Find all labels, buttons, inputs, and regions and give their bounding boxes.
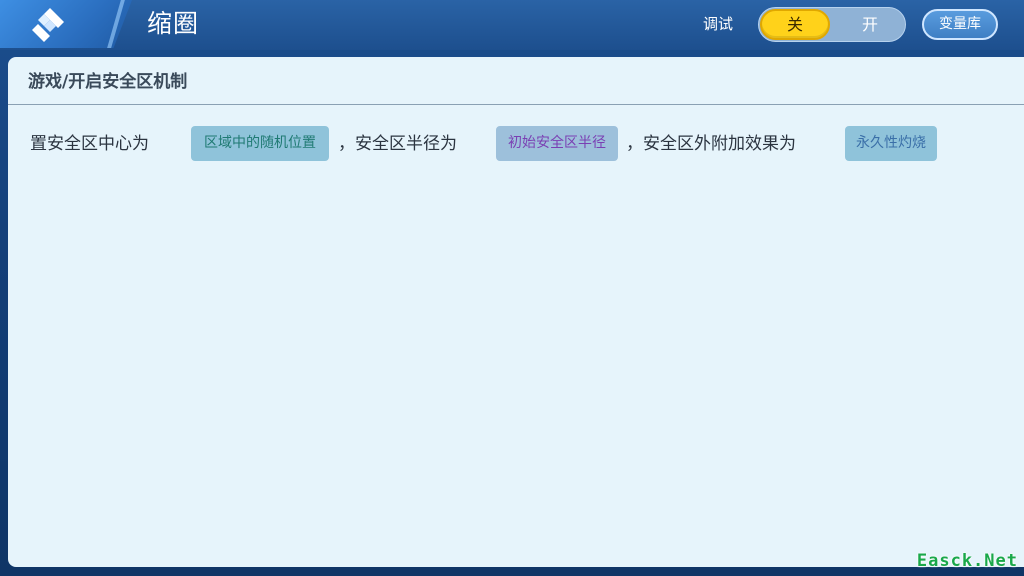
center-position-param[interactable]: 区域中的随机位置 xyxy=(191,126,329,161)
breadcrumb: 游戏/开启安全区机制 xyxy=(28,72,188,92)
back-button[interactable] xyxy=(0,0,132,48)
rule-statement: 置安全区中心为 区域中的随机位置 ，安全区半径为 初始安全区半径 ，安全区外附加… xyxy=(8,125,1024,163)
rule-text: ，安全区半径为 xyxy=(338,134,457,154)
watermark-text: Easck.Net xyxy=(916,551,1018,571)
debug-label: 调试 xyxy=(703,15,734,33)
rule-text: 置安全区中心为 xyxy=(30,134,149,154)
editor-panel: 游戏/开启安全区机制 置安全区中心为 区域中的随机位置 ，安全区半径为 初始安全… xyxy=(8,57,1024,567)
toggle-on-option[interactable]: 开 xyxy=(835,9,905,40)
divider xyxy=(8,104,1024,105)
rule-text: ，安全区外附加效果为 xyxy=(626,134,796,154)
diamond-back-icon xyxy=(32,8,64,42)
page-title: 缩圈 xyxy=(147,9,200,38)
top-bar: 缩圈 调试 关 开 变量库 xyxy=(0,0,1024,50)
radius-param[interactable]: 初始安全区半径 xyxy=(496,126,618,161)
debug-toggle[interactable]: 关 开 xyxy=(758,7,906,42)
outside-effect-param[interactable]: 永久性灼烧 xyxy=(845,126,937,161)
variables-button[interactable]: 变量库 xyxy=(922,9,998,40)
toggle-off-option[interactable]: 关 xyxy=(760,9,830,40)
